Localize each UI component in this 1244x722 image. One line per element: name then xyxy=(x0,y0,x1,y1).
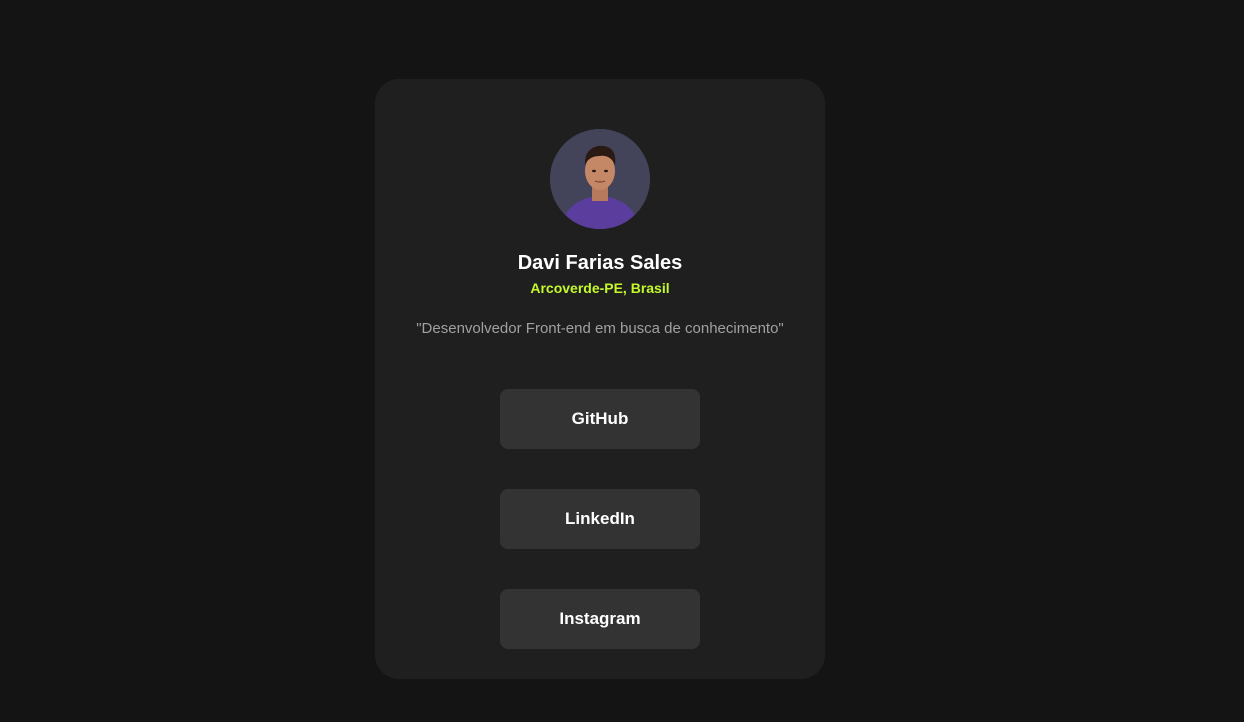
profile-bio: "Desenvolvedor Front-end em busca de con… xyxy=(416,320,784,337)
profile-location: Arcoverde-PE, Brasil xyxy=(530,280,670,296)
instagram-button[interactable]: Instagram xyxy=(500,589,700,649)
profile-card: Davi Farias Sales Arcoverde-PE, Brasil "… xyxy=(375,79,825,679)
profile-photo-icon xyxy=(550,129,650,229)
profile-name: Davi Farias Sales xyxy=(517,252,683,274)
github-button[interactable]: GitHub xyxy=(500,389,700,449)
social-links: GitHub LinkedIn Instagram xyxy=(500,389,700,649)
linkedin-button[interactable]: LinkedIn xyxy=(500,489,700,549)
avatar xyxy=(550,129,650,229)
